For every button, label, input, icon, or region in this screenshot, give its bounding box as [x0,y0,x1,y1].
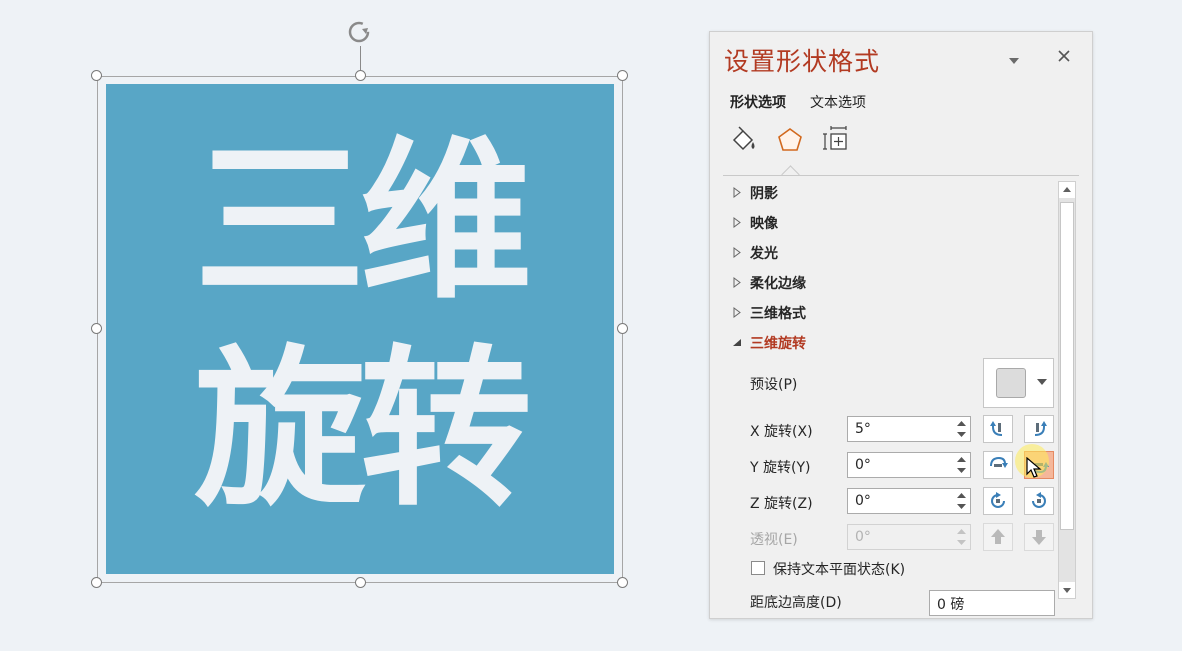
rotate-up-icon [990,456,1008,468]
expand-triangle-icon [733,247,741,258]
fill-line-icon[interactable] [729,125,759,155]
x-rotation-value: 5° [855,421,871,437]
section-label: 阴影 [750,186,778,202]
effects-pentagon-icon[interactable] [775,125,805,155]
pane-title: 设置形状格式 [724,47,881,76]
chevron-down-icon [1063,588,1071,593]
scroll-up-button[interactable] [1059,182,1075,198]
preset-label: 预设(P) [750,377,798,393]
pane-scrollbar[interactable] [1058,181,1076,599]
preset-swatch [996,368,1026,398]
section-label: 三维旋转 [750,336,806,352]
arrow-down-icon [1032,530,1046,545]
rotate-clockwise-icon [1032,492,1046,508]
resize-handle-top-left[interactable] [91,70,102,81]
y-rotation-input[interactable]: 0° [847,452,971,478]
spinner-arrows-icon[interactable] [953,453,970,477]
z-rotate-counterclockwise-button[interactable] [983,487,1013,515]
resize-handle-bottom-left[interactable] [91,577,102,588]
perspective-value: 0° [855,529,871,545]
shape-text-line-1: 三维 [194,121,532,322]
perspective-increase-button [983,523,1013,551]
rotate-left-icon [990,421,1003,436]
y-rotate-up-button[interactable] [983,451,1013,479]
expand-triangle-icon [733,187,741,198]
resize-handle-top[interactable] [355,70,366,81]
keep-text-flat-checkbox[interactable] [751,561,765,575]
x-rotate-left-button[interactable] [983,415,1013,443]
resize-handle-bottom-right[interactable] [617,577,628,588]
z-rotation-input[interactable]: 0° [847,488,971,514]
perspective-input: 0° [847,524,971,550]
z-rotation-label: Z 旋转(Z) [750,496,813,512]
arrow-up-icon [991,529,1005,544]
spinner-arrows-icon[interactable] [953,489,970,513]
expand-triangle-icon [733,307,741,318]
rotate-handle-icon[interactable] [345,18,373,46]
collapse-triangle-icon [733,339,741,346]
rotate-right-icon [1034,421,1047,436]
perspective-decrease-button [1024,523,1054,551]
tab-text-options[interactable]: 文本选项 [810,92,866,112]
spinner-arrows-icon[interactable] [953,417,970,441]
distance-label: 距底边高度(D) [750,595,842,611]
preset-dropdown[interactable] [983,358,1054,408]
x-rotate-right-button[interactable] [1024,415,1054,443]
resize-handle-bottom[interactable] [355,577,366,588]
distance-input[interactable]: 0 磅 [929,590,1055,616]
mouse-cursor-icon [1026,456,1042,479]
shape-text-line-2: 旋转 [194,329,532,530]
format-shape-pane: 设置形状格式 形状选项 文本选项 阴影 映像 发光 柔化边缘 三维格式 三维旋转… [709,31,1093,619]
resize-handle-right[interactable] [617,323,628,334]
y-rotation-value: 0° [855,457,871,473]
section-label: 发光 [750,246,778,262]
scroll-down-button[interactable] [1059,582,1075,598]
perspective-label: 透视(E) [750,532,798,548]
z-rotation-value: 0° [855,493,871,509]
rectangle-shape[interactable]: 三维 旋转 [106,84,614,574]
close-icon[interactable] [1056,48,1072,64]
scroll-thumb[interactable] [1060,202,1074,530]
selected-shape[interactable]: 三维 旋转 [91,21,628,588]
x-rotation-input[interactable]: 5° [847,416,971,442]
section-label: 三维格式 [750,306,806,322]
icon-divider [723,175,1079,176]
rotate-counterclockwise-icon [991,492,1005,508]
section-label: 柔化边缘 [750,276,806,292]
chevron-down-icon [1037,379,1047,385]
section-label: 映像 [750,216,778,232]
y-rotation-label: Y 旋转(Y) [750,460,811,476]
chevron-up-icon [1063,187,1071,192]
pane-options-icon[interactable] [1006,52,1022,64]
resize-handle-top-right[interactable] [617,70,628,81]
expand-triangle-icon [733,277,741,288]
resize-handle-left[interactable] [91,323,102,334]
spinner-arrows-icon [957,529,966,545]
size-properties-icon[interactable] [822,125,852,155]
tab-shape-options[interactable]: 形状选项 [730,92,786,112]
x-rotation-label: X 旋转(X) [750,424,813,440]
z-rotate-clockwise-button[interactable] [1024,487,1054,515]
keep-text-flat-label[interactable]: 保持文本平面状态(K) [773,559,905,579]
distance-value: 0 磅 [937,597,965,613]
expand-triangle-icon [733,217,741,228]
